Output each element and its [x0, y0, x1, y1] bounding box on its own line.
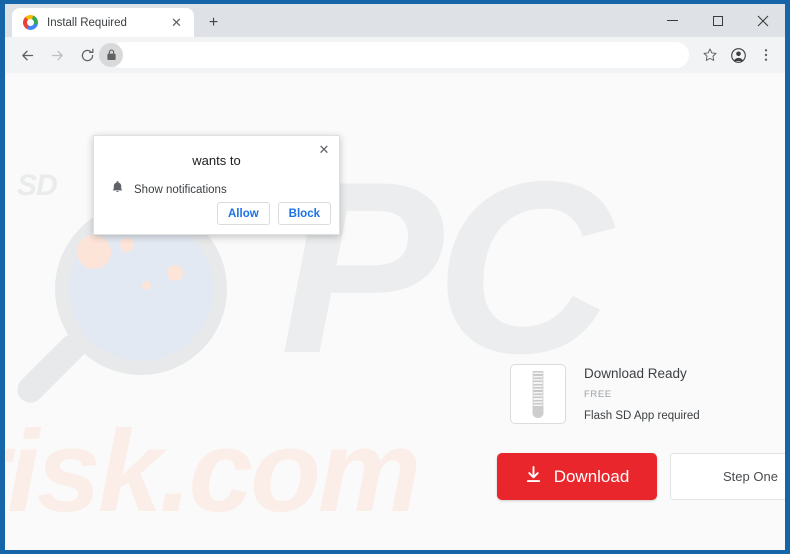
- three-dot-menu-icon[interactable]: [753, 42, 779, 68]
- download-price-label: FREE: [584, 389, 612, 400]
- block-button[interactable]: Block: [277, 202, 331, 225]
- download-button[interactable]: Download: [497, 453, 657, 500]
- dialog-close-icon[interactable]: ✕: [315, 141, 333, 159]
- browser-tab[interactable]: Install Required ✕: [12, 8, 194, 37]
- download-arrow-icon: [525, 465, 542, 489]
- lock-icon[interactable]: [99, 43, 123, 67]
- tab-strip: Install Required ✕ +: [5, 4, 785, 37]
- chrome-favicon-icon: [23, 15, 38, 30]
- forward-arrow-icon[interactable]: [43, 41, 71, 69]
- back-arrow-icon[interactable]: [13, 41, 41, 69]
- browser-toolbar: [5, 37, 785, 73]
- notification-permission-dialog: ✕ wants to Show notifications Allow Bloc…: [93, 135, 340, 235]
- reload-icon[interactable]: [73, 41, 101, 69]
- dialog-actions: Allow Block: [217, 202, 331, 225]
- watermark-domain-text: risk.com: [5, 406, 421, 536]
- step-one-panel[interactable]: Step One: [670, 453, 785, 500]
- browser-window: Install Required ✕ + PC risk.com SD Down…: [0, 0, 790, 554]
- window-controls: [650, 4, 785, 37]
- page-content: PC risk.com SD Download Ready FREE Flash…: [5, 73, 785, 550]
- download-requirement-text: Flash SD App required: [584, 410, 700, 422]
- star-icon[interactable]: [697, 42, 723, 68]
- tab-close-icon[interactable]: ✕: [167, 13, 186, 32]
- permission-label: Show notifications: [134, 183, 227, 196]
- maximize-button[interactable]: [695, 4, 740, 37]
- download-ready-title: Download Ready: [584, 366, 687, 381]
- zip-file-icon: [510, 364, 566, 424]
- allow-button[interactable]: Allow: [217, 202, 270, 225]
- tab-title: Install Required: [47, 16, 127, 29]
- bell-icon: [111, 180, 124, 199]
- download-info-card: Download Ready FREE Flash SD App require…: [510, 364, 700, 424]
- download-button-label: Download: [553, 466, 630, 486]
- dialog-title: wants to: [192, 153, 241, 168]
- profile-avatar-icon[interactable]: [725, 42, 751, 68]
- permission-request-row: Show notifications: [94, 168, 339, 199]
- download-info-texts: Download Ready FREE Flash SD App require…: [584, 364, 700, 422]
- address-bar[interactable]: [99, 42, 689, 68]
- watermark-sd-logo: SD: [17, 169, 58, 202]
- minimize-button[interactable]: [650, 4, 695, 37]
- step-one-label: Step One: [723, 469, 778, 484]
- close-window-button[interactable]: [740, 4, 785, 37]
- new-tab-button[interactable]: +: [204, 13, 223, 32]
